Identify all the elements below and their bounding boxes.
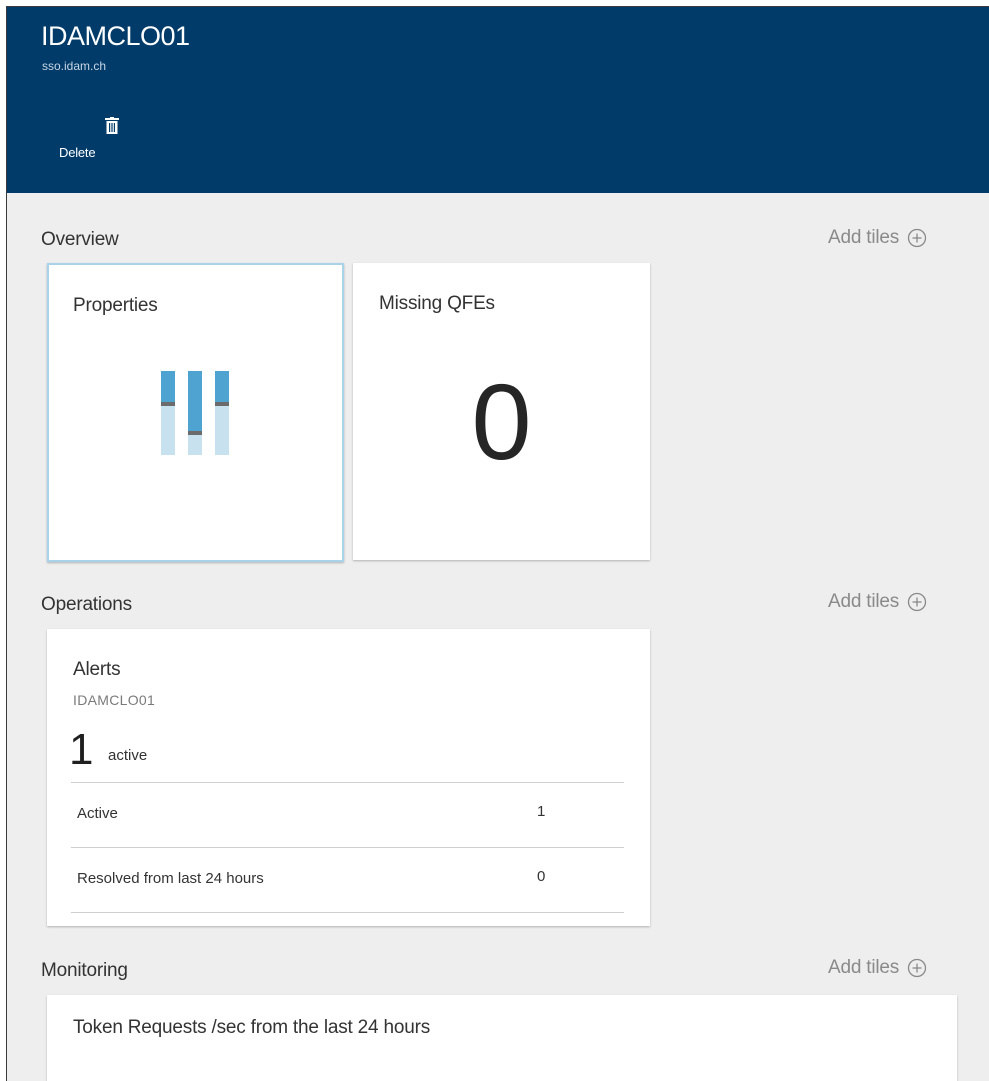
properties-tile-title: Properties [73,295,158,316]
delete-button[interactable]: Delete [47,109,119,169]
add-tiles-label: Add tiles [828,227,900,248]
blade: IDAMCLO01 sso.idam.ch Delete Overview Ad… [6,6,989,1081]
properties-tile[interactable]: Properties [47,263,344,562]
missing-qfes-tile-title: Missing QFEs [379,293,495,314]
alerts-active-count: 1 [69,725,94,774]
token-requests-tile-title: Token Requests /sec from the last 24 hou… [73,1017,431,1038]
alerts-tile-title: Alerts [73,659,121,680]
alerts-row-label: Active [77,805,118,822]
blade-header: IDAMCLO01 sso.idam.ch Delete [7,7,989,193]
circle-plus-icon [907,958,927,978]
operations-heading: Operations [41,594,132,615]
circle-plus-icon [907,592,927,612]
circle-plus-icon [907,228,927,248]
alerts-tile[interactable]: Alerts IDAMCLO01 1 active Active 1 Resol… [47,629,650,926]
overview-add-tiles-button[interactable]: Add tiles [828,227,927,249]
operations-add-tiles-button[interactable]: Add tiles [828,591,927,613]
delete-label: Delete [59,145,96,160]
missing-qfes-tile[interactable]: Missing QFEs 0 [353,263,650,560]
add-tiles-label: Add tiles [828,957,900,978]
alerts-tile-subtitle: IDAMCLO01 [73,692,156,708]
server-title: IDAMCLO01 [41,21,190,51]
token-requests-tile[interactable]: Token Requests /sec from the last 24 hou… [47,995,957,1081]
trash-icon [105,117,119,134]
alerts-row-resolved[interactable]: Resolved from last 24 hours 0 [71,847,624,912]
monitoring-add-tiles-button[interactable]: Add tiles [828,957,927,979]
alerts-active-label: active [108,747,148,764]
alerts-rows-divider [71,912,624,913]
sliders-icon [161,371,229,455]
alerts-row-active[interactable]: Active 1 [71,782,624,847]
overview-heading: Overview [41,229,119,250]
missing-qfes-count: 0 [471,361,532,482]
monitoring-heading: Monitoring [41,960,128,981]
add-tiles-label: Add tiles [828,591,900,612]
alerts-row-label: Resolved from last 24 hours [77,870,264,887]
alerts-row-value: 1 [537,803,546,820]
alerts-row-value: 0 [537,868,546,885]
server-subtitle: sso.idam.ch [42,59,107,73]
